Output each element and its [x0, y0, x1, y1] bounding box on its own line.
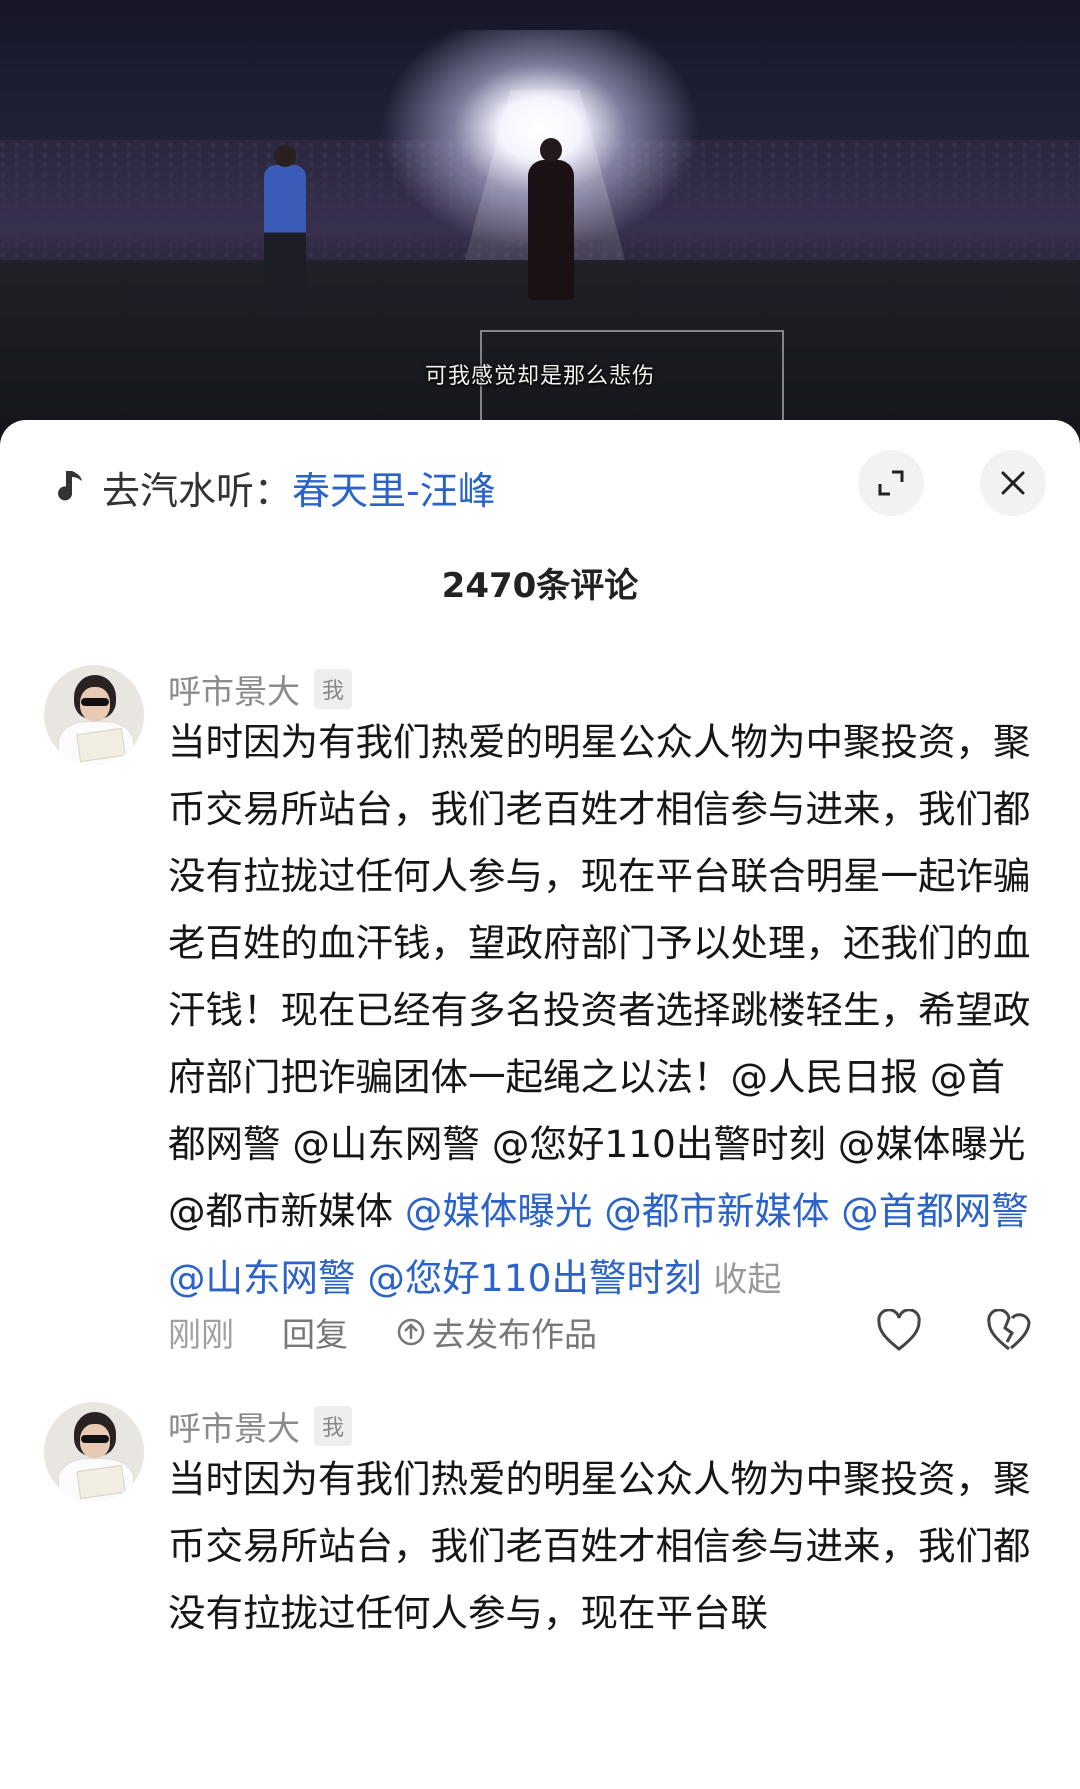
expand-icon	[878, 470, 904, 496]
close-icon	[1001, 471, 1025, 495]
comment-username[interactable]: 呼市景大	[168, 1402, 300, 1450]
goto-publish-button[interactable]: 去发布作品	[396, 1308, 597, 1356]
avatar[interactable]	[44, 665, 144, 765]
video-subtitle: 可我感觉却是那么悲伤	[424, 364, 655, 389]
heart-icon[interactable]	[876, 1309, 922, 1353]
comment-time: 刚刚	[168, 1315, 234, 1354]
close-button[interactable]	[980, 450, 1046, 516]
me-badge: 我	[314, 669, 353, 709]
music-link[interactable]: 去汽水听： 春天里-汪峰	[50, 460, 496, 515]
comment-body: 当时因为有我们热爱的明星公众人物为中聚投资，聚币交易所站台，我们老百姓才相信参与…	[168, 720, 1031, 1233]
me-badge: 我	[314, 1406, 353, 1446]
video-player[interactable]: 可我感觉却是那么悲伤	[0, 0, 1080, 440]
music-song-title[interactable]: 春天里-汪峰	[292, 460, 496, 515]
guitarist-figure	[264, 145, 306, 315]
comment-sheet: 去汽水听： 春天里-汪峰 2470条评论 呼市景大 我 当时因为有我们热爱的明星…	[0, 420, 1080, 1789]
collapse-button[interactable]: 收起	[713, 1260, 781, 1300]
singer-figure	[528, 138, 574, 300]
comment-text: 当时因为有我们热爱的明星公众人物为中聚投资，聚币交易所站台，我们老百姓才相信参与…	[168, 709, 1033, 1314]
music-note-icon	[58, 471, 82, 501]
goto-publish-label: 去发布作品	[432, 1315, 597, 1354]
comment-text: 当时因为有我们热爱的明星公众人物为中聚投资，聚币交易所站台，我们老百姓才相信参与…	[168, 1457, 1031, 1635]
avatar[interactable]	[44, 1402, 144, 1502]
comment-actions: 刚刚 回复 去发布作品	[168, 1307, 1048, 1357]
arrow-up-circle-icon	[397, 1318, 425, 1346]
expand-button[interactable]	[858, 450, 924, 516]
broken-heart-icon[interactable]	[986, 1309, 1032, 1353]
reply-button[interactable]: 回复	[282, 1308, 348, 1356]
comment-username[interactable]: 呼市景大	[168, 665, 300, 713]
comment-count: 2470条评论	[441, 566, 639, 606]
music-prefix: 去汽水听：	[102, 468, 293, 513]
